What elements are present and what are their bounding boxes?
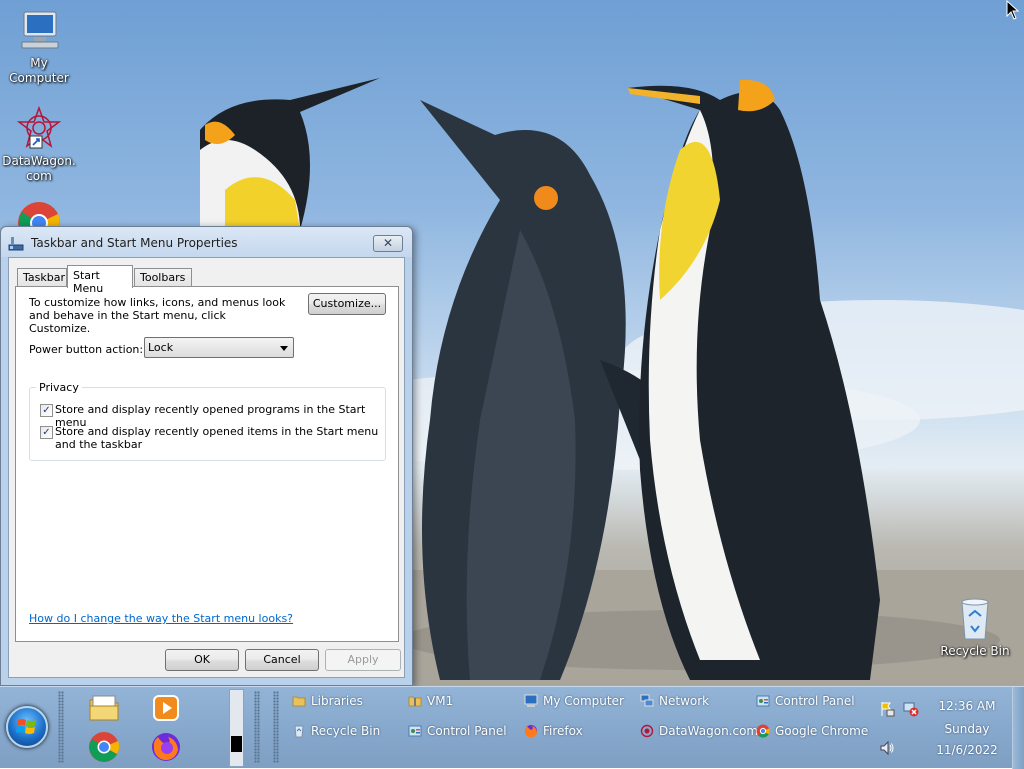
computer-icon bbox=[524, 694, 538, 707]
action-center-icon[interactable] bbox=[879, 701, 895, 717]
volume-icon[interactable] bbox=[879, 740, 895, 756]
toolbar-item-control-panel[interactable]: Control Panel bbox=[756, 694, 855, 712]
taskbar: Libraries VM1 My Computer Network Contro… bbox=[0, 686, 1024, 769]
desktop-icon-datawagon[interactable]: DataWagon.com bbox=[0, 105, 78, 184]
desktop-icon-label: Recycle Bin bbox=[940, 644, 1010, 658]
taskbar-properties-icon bbox=[8, 235, 24, 251]
desktop-icon-label: My Computer bbox=[9, 56, 69, 85]
mouse-cursor-icon bbox=[1006, 0, 1020, 20]
start-menu-tab-panel: To customize how links, icons, and menus… bbox=[15, 286, 399, 642]
intro-text: To customize how links, icons, and menus… bbox=[29, 296, 286, 335]
taskbar-start-menu-properties-dialog: Taskbar and Start Menu Properties ✕ Task… bbox=[0, 226, 413, 686]
toolbar-item-label: Firefox bbox=[543, 724, 583, 738]
start-button[interactable] bbox=[6, 706, 48, 748]
control-panel-icon bbox=[756, 695, 770, 707]
toolbar-item-label: DataWagon.com bbox=[659, 724, 759, 738]
toolbar-item-label: Libraries bbox=[311, 694, 363, 708]
pinned-media-player[interactable] bbox=[150, 692, 182, 724]
toolbar-item-datawagon[interactable]: DataWagon.com bbox=[640, 724, 758, 742]
datawagon-icon bbox=[16, 105, 62, 152]
tab-taskbar[interactable]: Taskbar bbox=[17, 268, 67, 287]
taskbar-scrollbar-thumb[interactable] bbox=[231, 736, 242, 752]
checkmark-icon: ✓ bbox=[42, 405, 51, 416]
clock-time[interactable]: 12:36 AM bbox=[930, 699, 1004, 713]
desktop-icon-recycle-bin[interactable]: Recycle Bin bbox=[936, 596, 1014, 659]
show-desktop-button[interactable] bbox=[1012, 687, 1024, 769]
power-button-action-dropdown[interactable]: Lock bbox=[144, 337, 294, 358]
dialog-client-area: Taskbar Start Menu Toolbars To customize… bbox=[8, 257, 405, 678]
recycle-bin-icon bbox=[294, 725, 304, 738]
cancel-button[interactable]: Cancel bbox=[245, 649, 319, 671]
privacy-option-recent-programs[interactable]: ✓ Store and display recently opened prog… bbox=[40, 403, 380, 429]
tab-toolbars[interactable]: Toolbars bbox=[134, 268, 192, 287]
chrome-icon bbox=[89, 732, 120, 762]
firefox-icon bbox=[524, 725, 537, 738]
toolbar-item-label: My Computer bbox=[543, 694, 624, 708]
toolbar-item-firefox[interactable]: Firefox bbox=[524, 724, 583, 742]
recent-items-label: Store and display recently opened items … bbox=[55, 425, 379, 451]
privacy-option-recent-items[interactable]: ✓ Store and display recently opened item… bbox=[40, 425, 380, 453]
power-button-action-label: Power button action: bbox=[29, 343, 144, 356]
tab-start-menu[interactable]: Start Menu bbox=[67, 265, 133, 295]
toolbar-item-label: Recycle Bin bbox=[311, 724, 381, 738]
pinned-explorer[interactable] bbox=[88, 692, 120, 724]
recent-items-checkbox[interactable]: ✓ bbox=[40, 426, 53, 439]
toolbar-item-recycle-bin[interactable]: Recycle Bin bbox=[292, 724, 380, 742]
control-panel-icon bbox=[408, 725, 422, 737]
windows-logo-icon bbox=[16, 719, 36, 734]
apply-button[interactable]: Apply bbox=[325, 649, 401, 671]
dialog-title: Taskbar and Start Menu Properties bbox=[31, 236, 238, 250]
customize-button[interactable]: Customize... bbox=[308, 293, 386, 315]
dialog-titlebar[interactable]: Taskbar and Start Menu Properties ✕ bbox=[1, 227, 412, 257]
pinned-chrome[interactable] bbox=[88, 731, 120, 763]
toolbar-item-label: Control Panel bbox=[775, 694, 855, 708]
toolbar-item-label: Control Panel bbox=[427, 724, 507, 738]
taskbar-scrollbar[interactable] bbox=[229, 689, 244, 767]
media-player-icon bbox=[153, 695, 179, 721]
desktop-icon-label: DataWagon.com bbox=[2, 154, 76, 183]
close-icon: ✕ bbox=[382, 236, 394, 250]
folder-icon bbox=[292, 696, 306, 707]
zip-folder-icon bbox=[408, 696, 422, 707]
toolbar-grip[interactable] bbox=[254, 691, 260, 763]
toolbar-item-google-chrome[interactable]: Google Chrome bbox=[756, 724, 868, 742]
privacy-group: Privacy ✓ Store and display recently ope… bbox=[29, 381, 386, 461]
toolbar-item-control-panel-2[interactable]: Control Panel bbox=[408, 724, 507, 742]
chrome-icon bbox=[756, 724, 770, 738]
toolbar-grip[interactable] bbox=[273, 691, 279, 763]
checkmark-icon: ✓ bbox=[42, 427, 51, 438]
close-button[interactable]: ✕ bbox=[373, 235, 403, 252]
privacy-group-legend: Privacy bbox=[36, 381, 82, 394]
toolbar-item-libraries[interactable]: Libraries bbox=[292, 694, 363, 712]
toolbar-item-vm1[interactable]: VM1 bbox=[408, 694, 453, 712]
power-button-action-value: Lock bbox=[148, 341, 174, 354]
toolbar-item-label: Network bbox=[659, 694, 710, 708]
toolbar-item-label: Google Chrome bbox=[775, 724, 869, 738]
help-link-start-menu[interactable]: How do I change the way the Start menu l… bbox=[29, 612, 293, 625]
toolbar-item-network[interactable]: Network bbox=[640, 694, 709, 712]
clock-day[interactable]: Sunday bbox=[930, 722, 1004, 736]
toolbar-item-my-computer[interactable]: My Computer bbox=[524, 694, 624, 712]
folder-icon bbox=[89, 695, 119, 721]
toolbar-item-label: VM1 bbox=[427, 694, 454, 708]
network-icon bbox=[640, 694, 654, 707]
ok-button[interactable]: OK bbox=[165, 649, 239, 671]
pinned-firefox[interactable] bbox=[150, 731, 182, 763]
computer-icon bbox=[16, 8, 62, 54]
taskbar-grip[interactable] bbox=[58, 691, 64, 763]
firefox-icon bbox=[152, 733, 180, 761]
datawagon-icon bbox=[640, 724, 654, 738]
clock-date[interactable]: 11/6/2022 bbox=[930, 743, 1004, 757]
recent-programs-checkbox[interactable]: ✓ bbox=[40, 404, 53, 417]
recycle-bin-icon bbox=[952, 596, 998, 642]
desktop-icon-my-computer[interactable]: My Computer bbox=[0, 8, 78, 86]
chevron-down-icon bbox=[280, 346, 288, 351]
network-disconnected-icon[interactable] bbox=[903, 701, 919, 717]
